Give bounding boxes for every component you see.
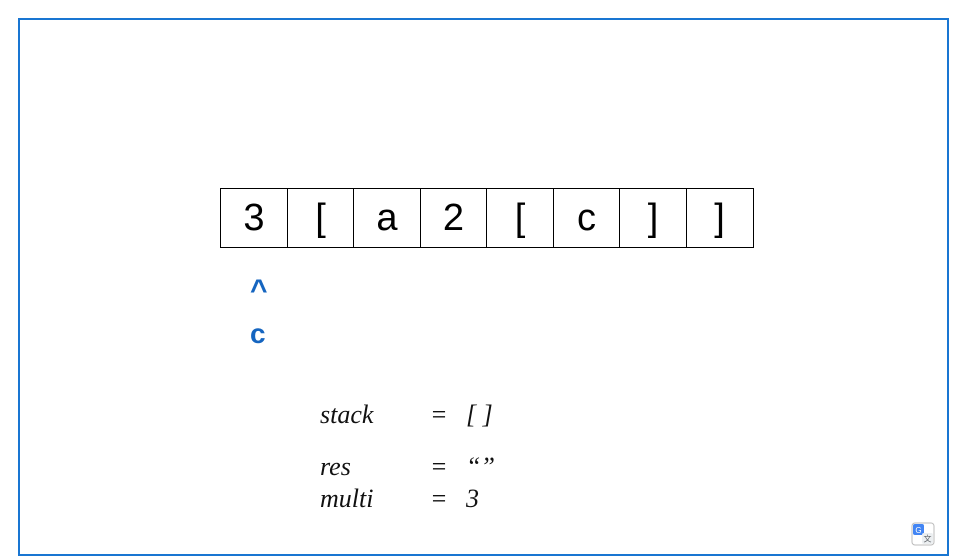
var-name-multi: multi (320, 484, 430, 514)
cell-4: [ (486, 188, 554, 248)
diagram-content: 3 [ a 2 [ c ] ] ^ c stack = [ ] res = “”… (20, 20, 947, 554)
var-row-stack: stack = [ ] (320, 400, 495, 430)
cell-2: a (353, 188, 421, 248)
svg-text:文: 文 (924, 534, 932, 544)
var-row-multi: multi = 3 (320, 484, 495, 514)
cell-0: 3 (220, 188, 288, 248)
cell-5: c (553, 188, 621, 248)
cell-3: 2 (420, 188, 488, 248)
input-cells: 3 [ a 2 [ c ] ] (220, 188, 754, 248)
var-row-res: res = “” (320, 452, 495, 482)
diagram-frame: 3 [ a 2 [ c ] ] ^ c stack = [ ] res = “”… (18, 18, 949, 556)
var-eq-multi: = (430, 484, 466, 514)
var-eq-res: = (430, 452, 466, 482)
svg-text:G: G (915, 526, 921, 535)
pointer-label: c (250, 318, 266, 350)
var-name-res: res (320, 452, 430, 482)
cell-7: ] (686, 188, 754, 248)
var-val-res: “” (466, 452, 495, 482)
cell-6: ] (619, 188, 687, 248)
pointer-caret: ^ (250, 274, 268, 308)
var-val-multi: 3 (466, 484, 479, 514)
var-val-stack: [ ] (466, 400, 493, 430)
var-eq-stack: = (430, 400, 466, 430)
google-translate-icon[interactable]: G 文 (911, 522, 935, 546)
var-name-stack: stack (320, 400, 430, 430)
variables-block: stack = [ ] res = “” multi = 3 (320, 400, 495, 518)
cell-1: [ (287, 188, 355, 248)
